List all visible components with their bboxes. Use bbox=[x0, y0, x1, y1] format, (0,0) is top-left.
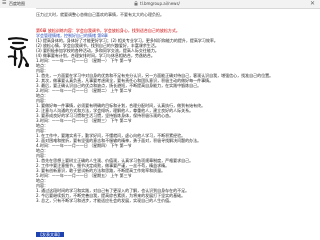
intro-text: 压力过大时，就要调整心态做自己喜欢的事情，不要有太大的心理负担。 bbox=[36, 12, 164, 17]
close-icon[interactable]: ✕ bbox=[310, 0, 315, 7]
lock-icon bbox=[134, 1, 138, 6]
post-article-button[interactable]: 【发表文章】 bbox=[36, 232, 64, 237]
url-field[interactable]: tl.bmgroup.ai/news/ bbox=[140, 2, 180, 6]
hamburger-icon[interactable]: ☰ bbox=[2, 1, 6, 6]
browser-address-bar: ☰ 百度地图 tl.bmgroup.ai/news/ ✕ bbox=[0, 0, 320, 9]
article-body: 第6章 放松训练内容：学会自我调节，学会放松身心，找到适合自己的放松方式。 学会管… bbox=[36, 28, 318, 203]
tab-title: 百度地图 bbox=[9, 1, 25, 6]
left-sidebar bbox=[0, 8, 36, 240]
calligraphy-logo bbox=[3, 35, 33, 71]
article-line: 3. 总之，只有不断学习和进步，才能适应社会的发展，实现自己的人生价值。 bbox=[36, 198, 174, 203]
